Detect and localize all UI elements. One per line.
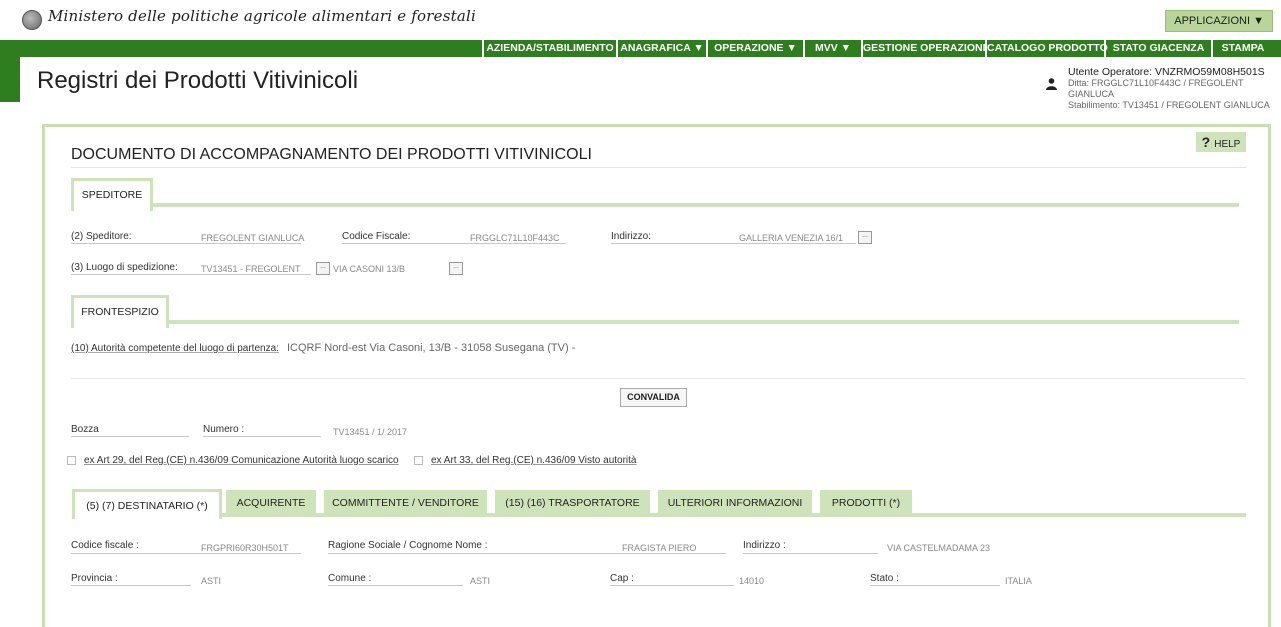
nav-stampa[interactable]: STAMPA bbox=[1211, 40, 1273, 57]
dest-codice-fiscale-underline bbox=[71, 553, 301, 554]
top-header: Ministero delle politiche agricole alime… bbox=[0, 0, 1281, 40]
speditore-tab-label: SPEDITORE bbox=[81, 189, 143, 201]
bozza-label: Bozza bbox=[71, 424, 99, 435]
dest-indirizzo-underline bbox=[743, 553, 878, 554]
dest-indirizzo-value: VIA CASTELMADAMA 23 bbox=[887, 543, 991, 553]
indirizzo-value: GALLERIA VENEZIA 16/1 bbox=[739, 233, 844, 243]
page-title: Registri dei Prodotti Vitivinicoli bbox=[37, 67, 359, 94]
dest-provincia-label: Provincia : bbox=[71, 573, 118, 584]
dest-indirizzo-label: Indirizzo : bbox=[743, 540, 786, 551]
speditore-underline bbox=[71, 243, 301, 244]
nav-operazione[interactable]: OPERAZIONE ▼ bbox=[706, 40, 803, 57]
user-ditta: Ditta: FRGGLC71L10F443C / FREGOLENT GIAN… bbox=[1068, 78, 1244, 99]
numero-label: Numero : bbox=[203, 424, 245, 435]
nav-stato-giacenza[interactable]: STATO GIACENZA bbox=[1104, 40, 1211, 57]
dest-cap-label: Cap : bbox=[610, 573, 634, 584]
speditore-label: (2) Speditore: bbox=[71, 231, 132, 242]
dest-comune-label: Comune : bbox=[328, 573, 372, 584]
codice-fiscale-underline bbox=[342, 243, 566, 244]
codice-fiscale-value: FRGGLC71L10F443C bbox=[470, 233, 560, 243]
nav-anagrafica[interactable]: ANAGRAFICA ▼ bbox=[616, 40, 706, 57]
convalida-button[interactable]: CONVALIDA bbox=[620, 388, 687, 407]
art33-checkbox[interactable] bbox=[414, 456, 423, 465]
main-nav: AZIENDA/STABILIMENTO ANAGRAFICA ▼ OPERAZ… bbox=[0, 40, 1281, 57]
frontespizio-divider bbox=[71, 378, 1246, 379]
speditore-section-line bbox=[150, 203, 1239, 207]
nav-azienda-stabilimento[interactable]: AZIENDA/STABILIMENTO bbox=[482, 40, 616, 57]
bozza-underline bbox=[71, 436, 189, 437]
luogo-spedizione-value: TV13451 - FREGOLENT bbox=[201, 264, 301, 274]
speditore-value: FREGOLENT GIANLUCA bbox=[201, 233, 305, 243]
dest-cap-value: 14010 bbox=[739, 576, 765, 586]
art29-checkbox[interactable] bbox=[67, 456, 76, 465]
dest-ragione-sociale-label: Ragione Sociale / Cognome Nome : bbox=[328, 540, 488, 551]
luogo-address-value: VIA CASONI 13/B bbox=[333, 264, 406, 274]
applicazioni-menu-button[interactable]: APPLICAZIONI ▼ bbox=[1165, 10, 1273, 32]
dest-comune-value: ASTI bbox=[470, 576, 491, 586]
autorita-label: (10) Autorità competente del luogo di pa… bbox=[71, 343, 279, 354]
dest-codice-fiscale-value: FRGPRI60R30H501T bbox=[201, 543, 289, 553]
title-accent-bar bbox=[0, 57, 20, 102]
user-operatore: Utente Operatore: VNZRMO59M08H501S bbox=[1068, 66, 1265, 78]
dest-provincia-underline bbox=[71, 585, 191, 586]
frontespizio-tab-label: FRONTESPIZIO bbox=[81, 306, 159, 318]
indirizzo-lookup-button[interactable]: ... bbox=[858, 231, 872, 244]
user-icon bbox=[1046, 78, 1057, 90]
dest-stato-underline bbox=[870, 585, 1000, 586]
dest-cap-underline bbox=[610, 585, 734, 586]
user-info: Utente Operatore: VNZRMO59M08H501S Ditta… bbox=[1068, 67, 1281, 111]
tab-destinatario[interactable]: (5) (7) DESTINATARIO (*) bbox=[72, 489, 222, 519]
luogo-address-lookup-button[interactable]: ... bbox=[449, 262, 463, 275]
help-label: HELP bbox=[1214, 139, 1241, 150]
title-divider bbox=[71, 167, 1246, 168]
dest-stato-value: ITALIA bbox=[1005, 576, 1032, 586]
luogo-lookup-button[interactable]: ... bbox=[316, 262, 330, 275]
autorita-value: ICQRF Nord-est Via Casoni, 13/B - 31058 … bbox=[287, 342, 576, 354]
luogo-spedizione-underline bbox=[71, 274, 311, 275]
frontespizio-section-tab: FRONTESPIZIO bbox=[71, 295, 169, 328]
dest-stato-label: Stato : bbox=[870, 573, 899, 584]
indirizzo-underline bbox=[611, 243, 856, 244]
art33-label: ex Art 33, del Reg.(CE) n.436/09 Visto a… bbox=[431, 455, 637, 466]
nav-mvv[interactable]: MVV ▼ bbox=[803, 40, 861, 57]
tabs-bottom-line bbox=[219, 513, 1246, 517]
help-button[interactable]: ? HELP bbox=[1196, 132, 1246, 152]
frontespizio-section-line bbox=[166, 320, 1239, 324]
help-icon: ? bbox=[1201, 134, 1211, 150]
dest-ragione-sociale-value: FRAGISTA PIERO bbox=[622, 543, 697, 553]
numero-underline bbox=[203, 436, 321, 437]
republic-emblem-icon bbox=[22, 10, 42, 30]
dest-provincia-value: ASTI bbox=[201, 576, 222, 586]
codice-fiscale-label: Codice Fiscale: bbox=[342, 231, 411, 242]
dest-comune-underline bbox=[328, 585, 463, 586]
art29-label: ex Art 29, del Reg.(CE) n.436/09 Comunic… bbox=[84, 455, 399, 466]
nav-catalogo-prodotto[interactable]: CATALOGO PRODOTTO bbox=[985, 40, 1108, 57]
numero-value: TV13451 / 1/ 2017 bbox=[333, 427, 408, 437]
document-title: DOCUMENTO DI ACCOMPAGNAMENTO DEI PRODOTT… bbox=[71, 146, 592, 163]
ministry-name: Ministero delle politiche agricole alime… bbox=[48, 7, 476, 25]
indirizzo-label: Indirizzo: bbox=[611, 231, 652, 242]
user-stabilimento: Stabilimento: TV13451 / FREGOLENT GIANLU… bbox=[1068, 100, 1270, 110]
luogo-spedizione-label: (3) Luogo di spedizione: bbox=[71, 262, 178, 273]
dest-codice-fiscale-label: Codice fiscale : bbox=[71, 540, 139, 551]
dest-ragione-sociale-underline bbox=[328, 553, 726, 554]
nav-gestione-operazioni[interactable]: GESTIONE OPERAZIONI bbox=[861, 40, 986, 57]
speditore-section-tab: SPEDITORE bbox=[71, 178, 153, 211]
